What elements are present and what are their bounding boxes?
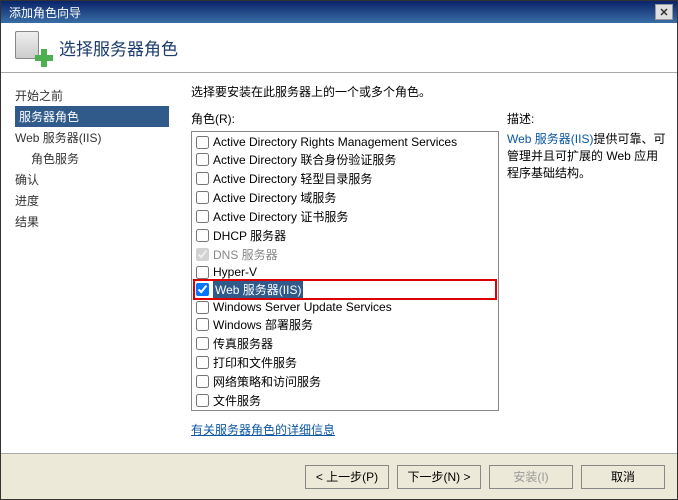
role-item[interactable]: Web 服务器(IIS)	[194, 280, 496, 299]
nav-item[interactable]: 确认	[15, 169, 169, 190]
close-icon: ✕	[659, 6, 668, 19]
role-item[interactable]: 传真服务器	[194, 334, 496, 353]
role-checkbox[interactable]	[196, 356, 209, 369]
role-item[interactable]: Hyper-V	[194, 264, 496, 280]
role-item[interactable]: Active Directory 域服务	[194, 188, 496, 207]
roles-label: 角色(R):	[191, 110, 499, 127]
nav-item[interactable]: Web 服务器(IIS)	[15, 127, 169, 148]
cancel-button[interactable]: 取消	[581, 465, 665, 489]
role-item[interactable]: 网络策略和访问服务	[194, 372, 496, 391]
roles-column: 角色(R): Active Directory Rights Managemen…	[191, 110, 499, 444]
nav-item[interactable]: 角色服务	[15, 148, 169, 169]
role-checkbox[interactable]	[196, 191, 209, 204]
role-label: 文件服务	[213, 392, 261, 409]
role-item[interactable]: 文件服务	[194, 391, 496, 410]
role-label: Active Directory 域服务	[213, 189, 336, 206]
page-title: 选择服务器角色	[59, 35, 178, 60]
wizard-header: 选择服务器角色	[1, 23, 677, 73]
more-info-row: 有关服务器角色的详细信息	[191, 421, 499, 438]
instruction-text: 选择要安装在此服务器上的一个或多个角色。	[191, 83, 667, 100]
role-label: Active Directory 证书服务	[213, 208, 348, 225]
wizard-body: 开始之前服务器角色Web 服务器(IIS)角色服务确认进度结果 选择要安装在此服…	[1, 73, 677, 453]
titlebar[interactable]: 添加角色向导 ✕	[1, 1, 677, 23]
role-checkbox[interactable]	[196, 318, 209, 331]
next-button[interactable]: 下一步(N) >	[397, 465, 481, 489]
role-item[interactable]: Active Directory Rights Management Servi…	[194, 134, 496, 150]
window-title: 添加角色向导	[5, 4, 81, 21]
description-link[interactable]: Web 服务器(IIS)	[507, 132, 593, 146]
description-column: 描述: Web 服务器(IIS)提供可靠、可管理并且可扩展的 Web 应用程序基…	[507, 110, 667, 444]
role-label: 网络策略和访问服务	[213, 373, 321, 390]
role-item[interactable]: Windows 部署服务	[194, 315, 496, 334]
role-checkbox[interactable]	[196, 172, 209, 185]
prev-button[interactable]: < 上一步(P)	[305, 465, 389, 489]
role-checkbox[interactable]	[196, 136, 209, 149]
role-checkbox[interactable]	[196, 283, 209, 296]
nav-item[interactable]: 服务器角色	[15, 106, 169, 127]
role-checkbox[interactable]	[196, 210, 209, 223]
nav-item[interactable]: 结果	[15, 211, 169, 232]
nav-item[interactable]: 开始之前	[15, 85, 169, 106]
role-checkbox[interactable]	[196, 153, 209, 166]
role-label: Web 服务器(IIS)	[213, 281, 303, 298]
more-info-link[interactable]: 有关服务器角色的详细信息	[191, 423, 335, 437]
role-item[interactable]: Active Directory 轻型目录服务	[194, 169, 496, 188]
content-columns: 角色(R): Active Directory Rights Managemen…	[191, 110, 667, 444]
button-bar: < 上一步(P) 下一步(N) > 安装(I) 取消	[1, 453, 677, 499]
roles-listbox[interactable]: Active Directory Rights Management Servi…	[191, 131, 499, 411]
description-text: Web 服务器(IIS)提供可靠、可管理并且可扩展的 Web 应用程序基础结构。	[507, 131, 667, 181]
role-checkbox[interactable]	[196, 375, 209, 388]
server-plus-icon	[15, 31, 49, 65]
role-item[interactable]: Active Directory 证书服务	[194, 207, 496, 226]
close-button[interactable]: ✕	[655, 4, 673, 20]
description-label: 描述:	[507, 110, 667, 127]
role-label: Active Directory Rights Management Servi…	[213, 135, 457, 149]
role-label: Active Directory 轻型目录服务	[213, 170, 372, 187]
role-item[interactable]: Active Directory 联合身份验证服务	[194, 150, 496, 169]
nav-item[interactable]: 进度	[15, 190, 169, 211]
role-label: Active Directory 联合身份验证服务	[213, 151, 396, 168]
role-item[interactable]: Windows Server Update Services	[194, 299, 496, 315]
role-checkbox[interactable]	[196, 394, 209, 407]
role-checkbox[interactable]	[196, 229, 209, 242]
role-label: 传真服务器	[213, 335, 273, 352]
content-panel: 选择要安装在此服务器上的一个或多个角色。 角色(R): Active Direc…	[179, 73, 677, 453]
role-label: DNS 服务器	[213, 246, 278, 263]
role-item: DNS 服务器	[194, 245, 496, 264]
role-checkbox	[196, 248, 209, 261]
install-button: 安装(I)	[489, 465, 573, 489]
wizard-window: 添加角色向导 ✕ 选择服务器角色 开始之前服务器角色Web 服务器(IIS)角色…	[0, 0, 678, 500]
role-label: Hyper-V	[213, 265, 257, 279]
role-item[interactable]: DHCP 服务器	[194, 226, 496, 245]
role-item[interactable]: 应用程序服务器	[194, 410, 496, 411]
role-label: 打印和文件服务	[213, 354, 297, 371]
nav-sidebar: 开始之前服务器角色Web 服务器(IIS)角色服务确认进度结果	[1, 73, 179, 453]
role-item[interactable]: 打印和文件服务	[194, 353, 496, 372]
role-checkbox[interactable]	[196, 337, 209, 350]
role-label: Windows 部署服务	[213, 316, 313, 333]
role-checkbox[interactable]	[196, 301, 209, 314]
role-label: Windows Server Update Services	[213, 300, 392, 314]
role-label: DHCP 服务器	[213, 227, 286, 244]
role-checkbox[interactable]	[196, 266, 209, 279]
